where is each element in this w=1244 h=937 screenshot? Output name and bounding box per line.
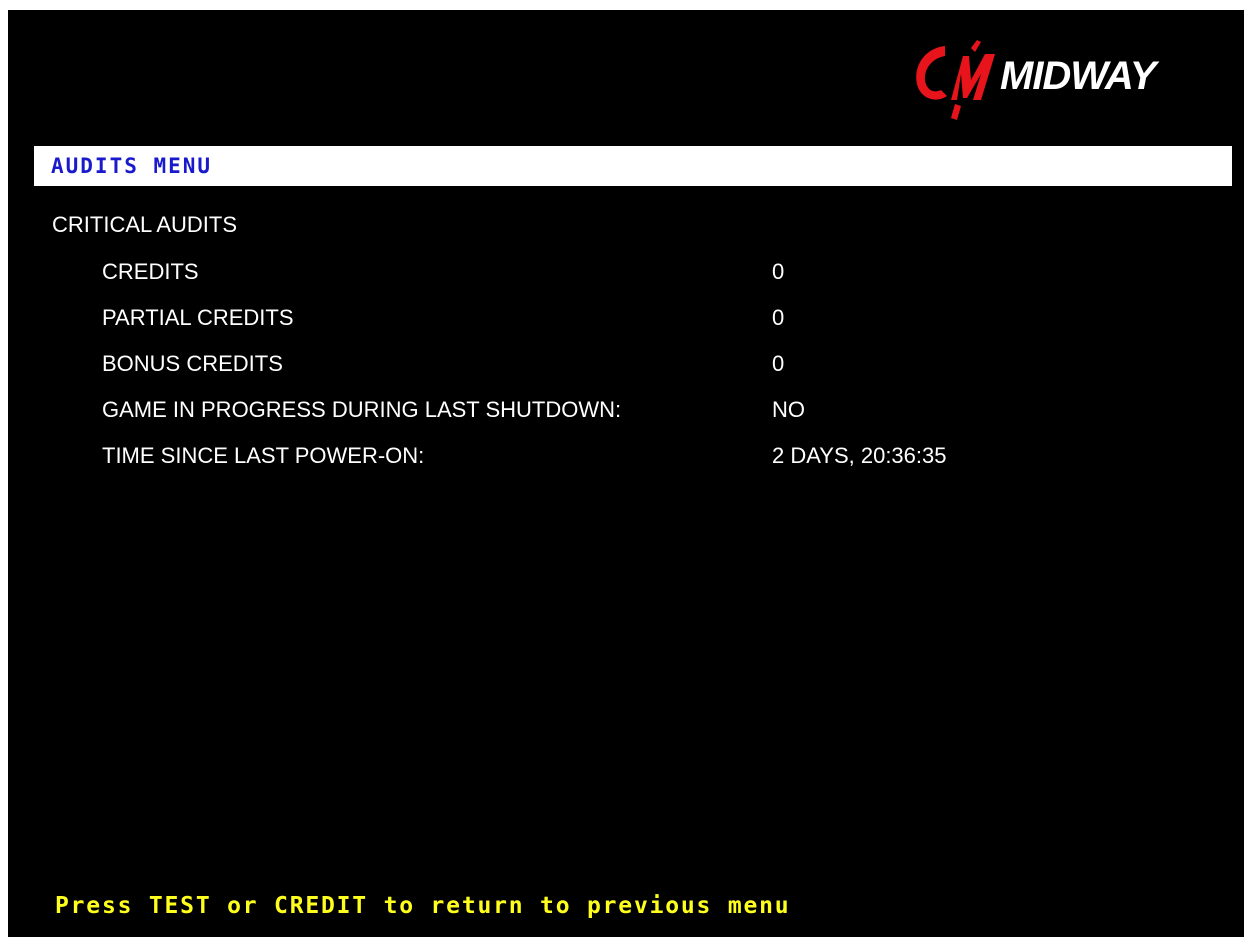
menu-title-bar: AUDITS MENU — [34, 146, 1232, 186]
audit-row-bonus-credits: BONUS CREDITS 0 — [8, 350, 1244, 378]
audit-value: NO — [772, 397, 805, 422]
audit-label: CREDITS — [102, 259, 199, 284]
navigation-hint: Press TEST or CREDIT to return to previo… — [55, 893, 791, 919]
audit-label: BONUS CREDITS — [102, 351, 283, 376]
audit-row-credits: CREDITS 0 — [8, 258, 1244, 286]
audit-label: GAME IN PROGRESS DURING LAST SHUTDOWN: — [102, 397, 622, 422]
audit-value: 0 — [772, 305, 785, 330]
audit-value: 2 DAYS, 20:36:35 — [772, 443, 947, 468]
audit-row-time-since-power-on: TIME SINCE LAST POWER-ON: 2 DAYS, 20:36:… — [8, 442, 1244, 470]
audit-row-partial-credits: PARTIAL CREDITS 0 — [8, 304, 1244, 332]
audit-row-game-in-progress: GAME IN PROGRESS DURING LAST SHUTDOWN: N… — [8, 396, 1244, 424]
midway-emblem-icon — [916, 40, 995, 120]
section-heading: CRITICAL AUDITS — [52, 212, 237, 237]
audit-label: PARTIAL CREDITS — [102, 305, 294, 330]
midway-logo: MIDWAY — [911, 40, 1211, 124]
midway-wordmark: MIDWAY — [1000, 54, 1156, 98]
audit-label: TIME SINCE LAST POWER-ON: — [102, 443, 425, 468]
game-screen: MIDWAY AUDITS MENU CRITICAL AUDITS CREDI… — [8, 10, 1244, 937]
menu-title: AUDITS MENU — [51, 154, 213, 178]
audit-value: 0 — [772, 351, 785, 376]
audit-value: 0 — [772, 259, 785, 284]
